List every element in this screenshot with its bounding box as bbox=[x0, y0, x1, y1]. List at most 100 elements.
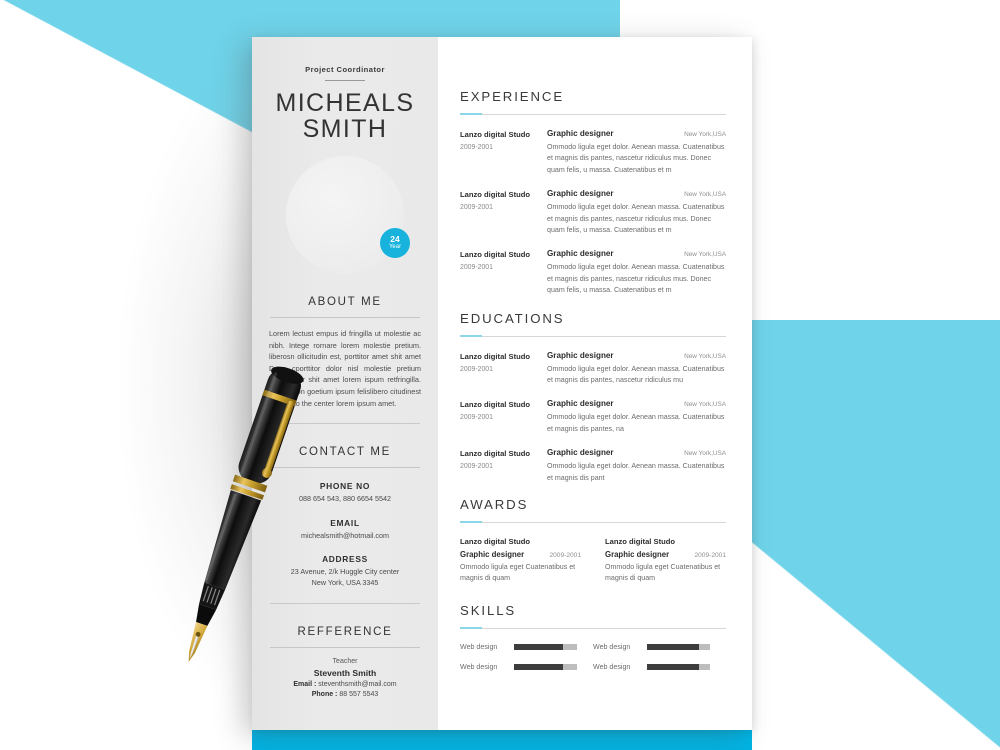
entry-org: Lanzo digital Studo bbox=[460, 449, 531, 459]
entry-location: New York,USA bbox=[684, 131, 726, 138]
about-heading: ABOUT ME bbox=[308, 296, 382, 308]
award-item: Lanzo digital Studo Graphic designer 2009-… bbox=[460, 537, 581, 584]
award-role: Graphic designer bbox=[460, 550, 525, 560]
award-row: Graphic designer 2009-2001 bbox=[605, 550, 726, 559]
entry-left: Lanzo digital Studo 2009-2001 bbox=[460, 129, 547, 176]
skill-item: Web design bbox=[593, 643, 726, 651]
award-date: 2009-2001 bbox=[694, 552, 726, 560]
entry-role: Graphic designer bbox=[547, 249, 614, 259]
entry-location: New York,USA bbox=[684, 191, 726, 199]
entry-left: Lanzo digital Studo 2009-2001 bbox=[460, 189, 547, 236]
entry-left: Lanzo digital Studo 2009-2001 bbox=[460, 351, 547, 387]
entry-org: Lanzo digital Studo bbox=[460, 250, 531, 260]
entry-right: Graphic designer New York,USA Ommodo ligul… bbox=[547, 129, 726, 176]
resume-entry: Lanzo digital Studo 2009-2001 Graphic desi… bbox=[460, 351, 726, 387]
bottom-accent-bar bbox=[252, 728, 752, 750]
skills-list: Web design Web design Web design Web design bbox=[460, 643, 726, 683]
entry-role: Graphic designer bbox=[547, 350, 614, 360]
reference-phone-label: Phone : bbox=[311, 690, 338, 698]
entry-right: Graphic designer New York,USA Ommodo ligul… bbox=[547, 399, 726, 435]
entry-org: Lanzo digital Studo bbox=[460, 130, 531, 139]
educations-list: Lanzo digital Studo 2009-2001 Graphic desi… bbox=[460, 351, 726, 484]
award-date: 2009-2001 bbox=[549, 552, 581, 560]
rule-line bbox=[460, 627, 726, 629]
skill-bar-track bbox=[647, 663, 710, 670]
section-experience: EXPERIENCE Lanzo digital Studo 2009-2001 G… bbox=[460, 89, 726, 297]
entry-description: Ommodo ligula eget dolor. Aenean massa. … bbox=[547, 462, 725, 482]
title-divider bbox=[325, 80, 365, 81]
resume-main: EXPERIENCE Lanzo digital Studo 2009-2001 G… bbox=[438, 37, 752, 730]
entry-org: Lanzo digital Studo bbox=[460, 351, 531, 361]
reference-email-value: steventhsmith@mail.com bbox=[318, 680, 397, 688]
entry-date: 2009-2001 bbox=[460, 144, 493, 151]
award-item: Lanzo digital Studo Graphic designer 2009-… bbox=[605, 537, 726, 584]
name-last: SMITH bbox=[302, 115, 388, 143]
age-number: 24 bbox=[390, 233, 400, 244]
skill-bar-fill bbox=[647, 663, 700, 670]
awards-heading-rule bbox=[460, 521, 726, 524]
skill-bar-fill bbox=[514, 663, 564, 670]
entry-right: Graphic designer New York,USA Ommodo ligul… bbox=[547, 189, 726, 236]
entry-org: Lanzo digital Studo bbox=[460, 400, 531, 410]
entry-right: Graphic designer New York,USA Ommodo ligul… bbox=[547, 448, 726, 484]
skill-item: Web design bbox=[593, 663, 726, 671]
entry-top-row: Graphic designer New York,USA bbox=[547, 448, 726, 457]
fountain-pen-illustration bbox=[188, 366, 304, 662]
skill-bar-fill bbox=[647, 643, 700, 650]
skill-name: Web design bbox=[460, 662, 498, 671]
award-row: Graphic designer 2009-2001 bbox=[460, 550, 581, 559]
skill-bar-track bbox=[514, 663, 577, 670]
rule-accent bbox=[460, 626, 482, 629]
poster-canvas: Project Coordinator MICHEALS SMITH 24 Ye… bbox=[0, 0, 1000, 750]
reference-phone-value: 88 557 5543 bbox=[339, 690, 379, 698]
entry-description: Ommodo ligula eget dolor. Aenean massa. … bbox=[547, 143, 725, 174]
rule-line bbox=[460, 114, 726, 115]
rule-line bbox=[460, 522, 726, 524]
resume-entry: Lanzo digital Studo 2009-2001 Graphic desi… bbox=[460, 249, 726, 296]
entry-top-row: Graphic designer New York,USA bbox=[547, 189, 726, 198]
name-first: MICHEALS bbox=[275, 89, 415, 117]
entry-role: Graphic designer bbox=[547, 189, 614, 199]
award-org: Lanzo digital Studo bbox=[605, 537, 676, 547]
skill-item: Web design bbox=[460, 663, 593, 671]
skill-item: Web design bbox=[460, 643, 593, 651]
skill-name: Web design bbox=[593, 662, 631, 671]
entry-left: Lanzo digital Studo 2009-2001 bbox=[460, 448, 547, 484]
skill-name: Web design bbox=[460, 642, 498, 651]
award-role: Graphic designer bbox=[605, 550, 670, 560]
section-skills: SKILLS Web design Web design Web design Web… bbox=[460, 603, 726, 683]
entry-description: Ommodo ligula eget dolor. Aenean massa. … bbox=[547, 413, 725, 433]
entry-left: Lanzo digital Studo 2009-2001 bbox=[460, 399, 547, 435]
avatar bbox=[286, 156, 404, 274]
entry-top-row: Graphic designer New York,USA bbox=[547, 249, 726, 258]
photo-placeholder: 24 Year bbox=[286, 156, 410, 274]
entry-location: New York,USA bbox=[684, 352, 726, 360]
awards-list: Lanzo digital Studo Graphic designer 2009-… bbox=[460, 537, 726, 584]
rule-accent bbox=[460, 113, 482, 115]
entry-right: Graphic designer New York,USA Ommodo ligul… bbox=[547, 351, 726, 387]
experience-heading-rule bbox=[460, 113, 726, 116]
entry-left: Lanzo digital Studo 2009-2001 bbox=[460, 249, 547, 296]
entry-top-row: Graphic designer New York,USA bbox=[547, 129, 726, 138]
entry-org: Lanzo digital Studo bbox=[460, 190, 531, 200]
experience-list: Lanzo digital Studo 2009-2001 Graphic desi… bbox=[460, 129, 726, 297]
experience-heading: EXPERIENCE bbox=[460, 89, 565, 104]
resume-entry: Lanzo digital Studo 2009-2001 Graphic desi… bbox=[460, 189, 726, 236]
section-awards: AWARDS Lanzo digital Studo Graphic design… bbox=[460, 497, 726, 584]
entry-location: New York,USA bbox=[684, 401, 726, 409]
entry-top-row: Graphic designer New York,USA bbox=[547, 351, 726, 360]
entry-description: Ommodo ligula eget dolor. Aenean massa. … bbox=[547, 263, 725, 295]
section-educations: EDUCATIONS Lanzo digital Studo 2009-2001 G… bbox=[460, 311, 726, 484]
entry-date: 2009-2001 bbox=[460, 264, 493, 272]
rule-accent bbox=[460, 521, 482, 524]
entry-description: Ommodo ligula eget dolor. Aenean massa. … bbox=[547, 364, 725, 385]
entry-right: Graphic designer New York,USA Ommodo ligul… bbox=[547, 249, 726, 296]
entry-date: 2009-2001 bbox=[460, 414, 493, 422]
entry-date: 2009-2001 bbox=[460, 463, 493, 471]
entry-location: New York,USA bbox=[684, 450, 726, 458]
skills-heading: SKILLS bbox=[460, 602, 517, 618]
resume-entry: Lanzo digital Studo 2009-2001 Graphic desi… bbox=[460, 129, 726, 176]
resume-page: Project Coordinator MICHEALS SMITH 24 Ye… bbox=[252, 37, 752, 730]
age-unit: Year bbox=[388, 244, 402, 250]
about-heading-rule bbox=[270, 317, 420, 318]
